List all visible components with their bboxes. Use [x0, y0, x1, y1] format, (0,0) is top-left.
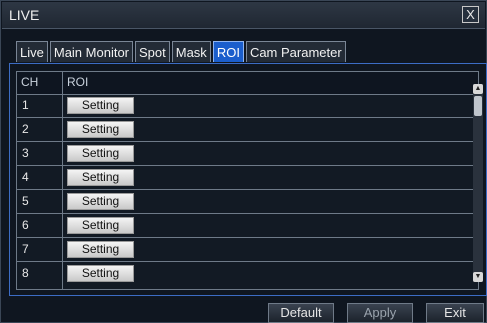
scroll-up-icon[interactable]: ▲	[473, 84, 483, 94]
default-button[interactable]: Default	[268, 303, 334, 323]
tab-live[interactable]: Live	[16, 41, 48, 62]
channel-number: 7	[22, 242, 29, 256]
scroll-down-icon[interactable]: ▼	[473, 272, 483, 282]
title-bar: LIVE X	[2, 2, 485, 29]
roi-setting-button[interactable]: Setting	[67, 97, 134, 114]
tab-bar: Live Main Monitor Spot Mask ROI Cam Para…	[16, 41, 348, 63]
roi-setting-button[interactable]: Setting	[67, 145, 134, 162]
close-button[interactable]: X	[462, 6, 479, 23]
table-header: CH ROI	[17, 72, 478, 95]
tab-roi[interactable]: ROI	[212, 41, 244, 62]
channel-number: 6	[22, 218, 29, 232]
tab-cam-parameter[interactable]: Cam Parameter	[245, 41, 346, 62]
exit-button[interactable]: Exit	[426, 303, 484, 323]
channel-number: 5	[22, 194, 29, 208]
tab-mask[interactable]: Mask	[171, 41, 211, 62]
window-title: LIVE	[9, 7, 40, 23]
scroll-thumb[interactable]	[474, 96, 482, 116]
channel-number: 4	[22, 170, 29, 184]
table-row: 8 Setting	[17, 262, 478, 286]
roi-setting-button[interactable]: Setting	[67, 217, 134, 234]
roi-setting-button[interactable]: Setting	[67, 169, 134, 186]
roi-setting-button[interactable]: Setting	[67, 265, 134, 282]
roi-setting-button[interactable]: Setting	[67, 121, 134, 138]
channel-number: 8	[22, 266, 29, 280]
table-row: 5 Setting	[17, 190, 478, 214]
vertical-scrollbar[interactable]: ▲ ▼	[473, 84, 483, 282]
roi-table: CH ROI 1 Setting 2 Setting 3 Setting 4 S…	[16, 71, 479, 290]
live-window: LIVE X Live Main Monitor Spot Mask ROI C…	[0, 0, 487, 323]
channel-number: 1	[22, 98, 29, 112]
tab-spot[interactable]: Spot	[135, 41, 170, 62]
table-row: 2 Setting	[17, 118, 478, 142]
channel-number: 2	[22, 122, 29, 136]
roi-setting-button[interactable]: Setting	[67, 193, 134, 210]
table-row: 6 Setting	[17, 214, 478, 238]
tab-main-monitor[interactable]: Main Monitor	[49, 41, 133, 62]
table-row: 7 Setting	[17, 238, 478, 262]
column-header-ch: CH	[21, 75, 39, 89]
column-header-roi: ROI	[67, 75, 89, 89]
channel-number: 3	[22, 146, 29, 160]
roi-panel: CH ROI 1 Setting 2 Setting 3 Setting 4 S…	[9, 63, 487, 296]
table-row: 4 Setting	[17, 166, 478, 190]
table-row: 1 Setting	[17, 94, 478, 118]
apply-button[interactable]: Apply	[347, 303, 413, 323]
roi-setting-button[interactable]: Setting	[67, 241, 134, 258]
table-row: 3 Setting	[17, 142, 478, 166]
